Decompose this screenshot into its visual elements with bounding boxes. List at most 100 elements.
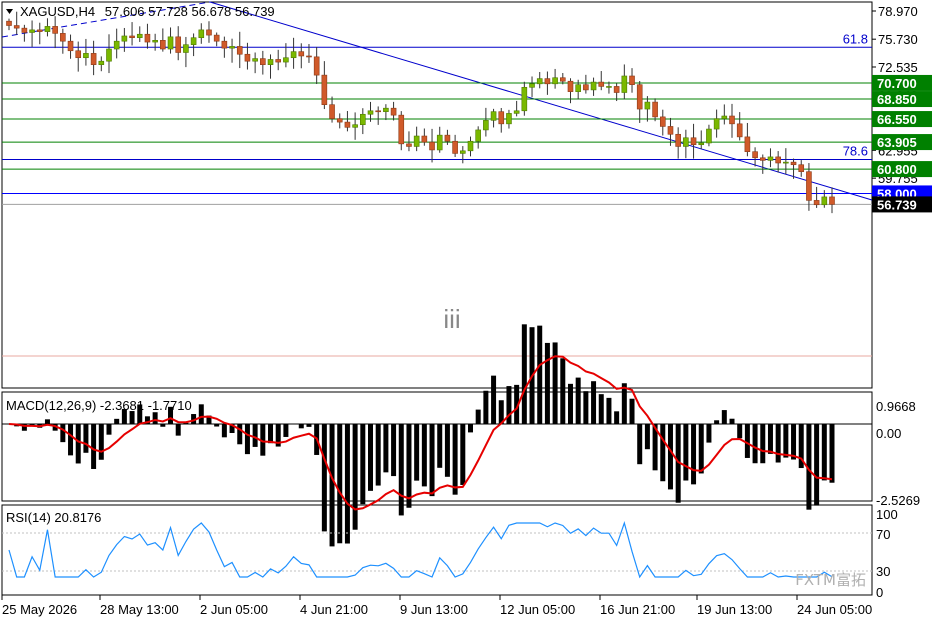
level-tag-label: 56.739 (877, 197, 917, 212)
candle (806, 171, 812, 201)
candle (683, 137, 689, 147)
candle (783, 161, 789, 164)
level-tag-label: 68.850 (877, 92, 917, 107)
candle (536, 78, 543, 85)
macd-bar (814, 424, 820, 506)
wave-label: iii (443, 304, 460, 334)
candle (106, 48, 112, 62)
price-axis-label: 72.535 (878, 60, 918, 75)
macd-bar (198, 404, 204, 424)
candle (636, 84, 643, 110)
price-axis-label: 78.970 (878, 4, 918, 19)
macd-bar (344, 424, 350, 544)
level-tags: 70.70068.85066.55063.90560.80058.00056.7… (872, 74, 932, 213)
candle (621, 75, 628, 93)
macd-bar (337, 424, 343, 544)
price-chart[interactable]: 61.878.6 78.97075.73072.53569.34062.9555… (0, 0, 936, 624)
macd-bar (398, 424, 404, 516)
candle (213, 34, 220, 42)
macd-bar (75, 424, 81, 464)
main-pane (1, 1, 873, 389)
candle (352, 124, 358, 128)
rsi-axis-label: 100 (876, 507, 898, 522)
candle (290, 51, 297, 59)
candle (575, 84, 581, 92)
candle (490, 111, 497, 121)
macd-bar (221, 424, 227, 438)
macd-bar (152, 412, 158, 424)
candle (252, 58, 258, 62)
macd-bar (283, 424, 289, 437)
candle (236, 46, 243, 55)
macd-bar (421, 424, 427, 487)
macd-bar (475, 409, 481, 424)
candle (275, 59, 282, 63)
macd-bar (106, 424, 112, 435)
macd-bar (683, 424, 689, 481)
candle (460, 150, 466, 154)
candle (129, 35, 135, 39)
macd-bar (767, 424, 773, 454)
macd-bar (737, 424, 743, 439)
macd-bar (268, 424, 274, 444)
macd-bar (691, 424, 697, 485)
candle (206, 29, 212, 36)
candle (367, 110, 374, 115)
candle (506, 113, 512, 125)
candle (167, 36, 174, 50)
macd-bar (644, 424, 650, 450)
macd-bar (214, 424, 220, 427)
candle (329, 104, 335, 119)
candle (336, 118, 343, 123)
candle (713, 118, 720, 130)
candle (813, 200, 820, 206)
candle (698, 142, 705, 146)
level-tag-label: 66.550 (877, 112, 917, 127)
macd-bar (744, 424, 750, 458)
time-axis-label: 4 Jun 21:00 (300, 602, 368, 617)
macd-bar (537, 325, 543, 424)
macd-bar (706, 424, 712, 443)
macd-bar (91, 424, 97, 469)
candle (483, 120, 489, 131)
macd-bar (667, 424, 673, 490)
symbol-label[interactable]: XAGUSD,H4 57.606 57.728 56.678 56.739 (20, 4, 275, 19)
macd-bar (83, 424, 89, 453)
rsi-axis-label: 70 (876, 527, 890, 542)
candle (721, 115, 728, 119)
macd-title: MACD(12,26,9) -2.3681 -1.7710 (6, 398, 192, 413)
macd-axis-label: -2.5269 (876, 493, 920, 508)
candle (583, 84, 589, 91)
macd-bar (98, 424, 104, 460)
macd-bar (160, 424, 166, 427)
level-tag-label: 70.700 (877, 76, 917, 91)
macd-bar (791, 424, 797, 460)
rsi-axis: 100 70 30 0 (876, 507, 898, 600)
time-axis: 25 May 2026 28 May 13:00 2 Jun 05:00 4 Jun … (1, 595, 872, 617)
candle (498, 111, 505, 125)
candle (313, 56, 320, 76)
candle (375, 110, 381, 113)
macd-bar (375, 424, 381, 486)
macd-bar (175, 424, 181, 436)
candle (513, 110, 520, 114)
macd-bar (391, 424, 397, 477)
candle (60, 33, 66, 42)
macd-bar (760, 424, 766, 464)
candle (67, 40, 74, 52)
candle (390, 107, 397, 116)
macd-bar (491, 375, 497, 424)
level-tag-label: 63.905 (877, 135, 917, 150)
candle (75, 50, 82, 59)
candle (190, 37, 197, 45)
time-axis-label: 25 May 2026 (2, 602, 77, 617)
macd-bar (721, 410, 727, 424)
candle (729, 115, 735, 125)
candle (606, 86, 612, 88)
candle (675, 133, 681, 147)
candle (759, 157, 766, 161)
candle (706, 128, 712, 144)
candle (267, 59, 274, 65)
candle (521, 86, 528, 112)
macd-axis: 0.9668 0.00 -2.5269 (876, 399, 920, 508)
